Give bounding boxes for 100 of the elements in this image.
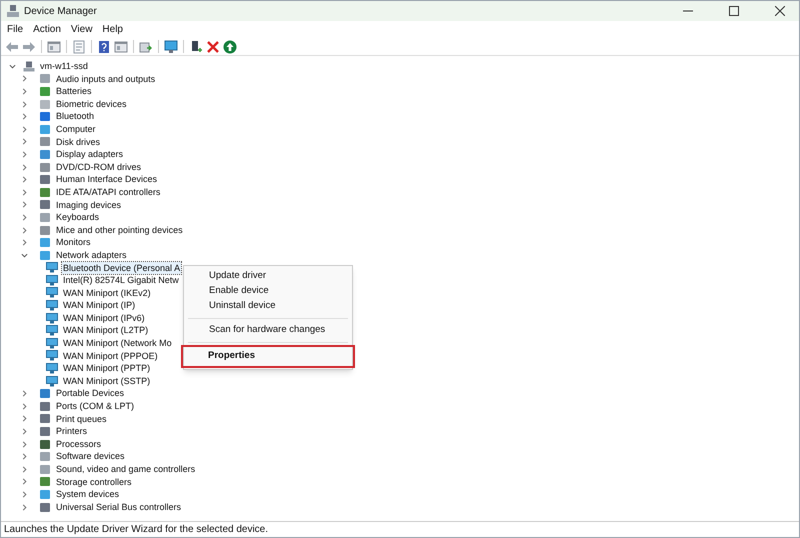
- app-icon: [7, 5, 19, 17]
- device-icon: [39, 426, 51, 438]
- network-adapter-icon: [46, 287, 58, 298]
- tree-item[interactable]: Batteries: [55, 85, 93, 98]
- window-title: Device Manager: [24, 4, 97, 18]
- chevron-right-icon[interactable]: [21, 466, 28, 473]
- chevron-right-icon[interactable]: [21, 100, 28, 108]
- network-adapter-icon: [46, 274, 58, 286]
- device-icon: [39, 388, 51, 400]
- device-icon: [39, 111, 51, 122]
- cross-icon[interactable]: [206, 40, 220, 54]
- tree-item[interactable]: Bluetooth: [55, 110, 96, 123]
- tree-item[interactable]: Bluetooth Device (Personal A: [62, 262, 182, 274]
- maximize-icon[interactable]: [729, 6, 739, 16]
- menu-item[interactable]: Properties: [183, 347, 353, 366]
- tree-item[interactable]: Ports (COM & LPT): [55, 400, 136, 413]
- chevron-right-icon[interactable]: [21, 201, 28, 208]
- tree-item[interactable]: Computer: [55, 122, 97, 136]
- tree-item[interactable]: Audio inputs and outputs: [55, 72, 156, 86]
- up-arrow-circle-icon[interactable]: [223, 40, 237, 54]
- chevron-down-icon[interactable]: [21, 252, 28, 259]
- tree-item[interactable]: WAN Miniport (Network Mo: [62, 337, 173, 350]
- device-icon: [39, 124, 51, 135]
- tree-item[interactable]: Biometric devices: [55, 98, 128, 110]
- chevron-right-icon[interactable]: [21, 490, 28, 498]
- chevron-right-icon[interactable]: [21, 138, 28, 146]
- tree-item[interactable]: Processors: [55, 438, 102, 450]
- tree-item[interactable]: Print queues: [55, 412, 108, 426]
- menu-item[interactable]: Scan for hardware changes: [184, 323, 352, 338]
- chevron-right-icon[interactable]: [21, 75, 28, 82]
- menu-item[interactable]: Action: [29, 22, 65, 37]
- device-icon: [39, 86, 51, 97]
- chevron-right-icon[interactable]: [21, 440, 28, 448]
- menu-item[interactable]: Uninstall device: [184, 299, 352, 314]
- tree-item[interactable]: Keyboards: [55, 211, 100, 224]
- tree-item[interactable]: WAN Miniport (IKEv2): [62, 286, 152, 300]
- back-arrow-icon[interactable]: [5, 40, 19, 54]
- chevron-right-icon[interactable]: [21, 390, 28, 398]
- chevron-right-icon[interactable]: [21, 478, 28, 486]
- tree-item[interactable]: Human Interface Devices: [55, 173, 158, 186]
- computer-icon: [23, 60, 35, 72]
- tree-item[interactable]: WAN Miniport (IP): [62, 299, 136, 312]
- chevron-right-icon[interactable]: [21, 428, 28, 436]
- document-icon[interactable]: [72, 40, 86, 54]
- device-icon: [39, 162, 51, 173]
- chevron-down-icon[interactable]: [9, 62, 16, 70]
- tree-item[interactable]: DVD/CD-ROM drives: [55, 160, 142, 174]
- forward-arrow-icon[interactable]: [22, 40, 36, 54]
- chevron-right-icon[interactable]: [21, 239, 28, 246]
- menu-item[interactable]: Help: [98, 22, 127, 37]
- tree-item[interactable]: System devices: [55, 488, 120, 501]
- monitor-icon[interactable]: [164, 40, 178, 54]
- chevron-right-icon[interactable]: [21, 126, 28, 133]
- menu-item[interactable]: File: [3, 22, 28, 37]
- chevron-right-icon[interactable]: [21, 402, 28, 410]
- device-icon: [39, 73, 51, 84]
- chevron-right-icon[interactable]: [21, 150, 28, 158]
- device-arrow-icon[interactable]: [139, 40, 153, 54]
- network-adapter-icon: [46, 325, 58, 336]
- network-adapter-icon: [46, 350, 58, 362]
- chevron-right-icon[interactable]: [21, 176, 28, 184]
- tree-item[interactable]: WAN Miniport (SSTP): [62, 374, 152, 388]
- chevron-right-icon[interactable]: [21, 453, 28, 460]
- window-panel-icon[interactable]: [47, 40, 61, 54]
- device-icon: [39, 212, 51, 223]
- tree-item[interactable]: Sound, video and game controllers: [55, 463, 196, 476]
- tree-item[interactable]: Printers: [55, 425, 88, 438]
- chevron-right-icon[interactable]: [21, 226, 28, 234]
- tree-item[interactable]: Monitors: [55, 236, 92, 249]
- tree-item[interactable]: Universal Serial Bus controllers: [55, 500, 182, 514]
- tree-item[interactable]: vm-w11-ssd: [39, 60, 89, 73]
- chevron-right-icon[interactable]: [21, 113, 28, 120]
- menu-item[interactable]: Enable device: [184, 284, 352, 299]
- chevron-right-icon[interactable]: [21, 415, 28, 422]
- tree-item[interactable]: Intel(R) 82574L Gigabit Netw: [62, 274, 180, 287]
- tree-item[interactable]: Display adapters: [55, 148, 124, 161]
- window-panel-icon[interactable]: [114, 40, 128, 54]
- tree-item[interactable]: Portable Devices: [55, 387, 126, 400]
- network-adapter-icon: [46, 376, 58, 387]
- chevron-right-icon[interactable]: [21, 164, 28, 171]
- tree-item[interactable]: WAN Miniport (PPTP): [62, 362, 152, 375]
- chevron-right-icon[interactable]: [21, 214, 28, 221]
- tree-item[interactable]: IDE ATA/ATAPI controllers: [55, 186, 162, 199]
- tree-item[interactable]: Mice and other pointing devices: [55, 224, 184, 236]
- close-icon[interactable]: [775, 6, 785, 16]
- tree-item[interactable]: Disk drives: [55, 136, 102, 148]
- help-icon[interactable]: [97, 40, 111, 54]
- tree-item[interactable]: WAN Miniport (IPv6): [62, 312, 146, 324]
- chevron-right-icon[interactable]: [21, 504, 28, 511]
- chevron-right-icon[interactable]: [21, 188, 28, 196]
- tree-item[interactable]: Storage controllers: [55, 476, 133, 488]
- tree-item[interactable]: WAN Miniport (L2TP): [62, 324, 150, 338]
- chevron-right-icon[interactable]: [21, 88, 28, 95]
- tree-item[interactable]: Network adapters: [55, 248, 128, 262]
- device-icon: [39, 250, 51, 261]
- menu-item[interactable]: View: [66, 22, 96, 37]
- menu-item[interactable]: Update driver: [184, 269, 352, 284]
- tree-item[interactable]: Imaging devices: [55, 198, 122, 212]
- tree-item[interactable]: WAN Miniport (PPPOE): [62, 350, 159, 362]
- tree-item[interactable]: Software devices: [55, 450, 126, 463]
